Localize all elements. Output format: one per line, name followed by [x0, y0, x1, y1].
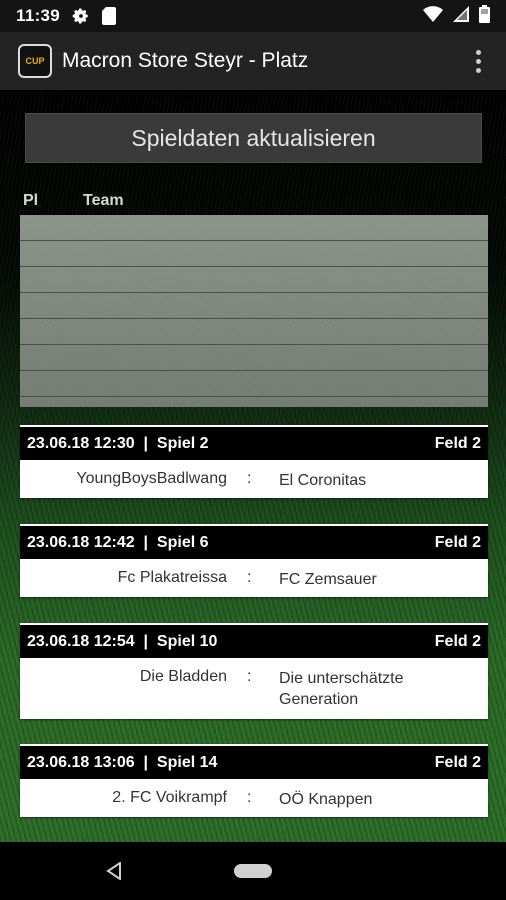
- home-team: 2. FC Voikrampf: [112, 789, 227, 806]
- match-teams: 2. FC Voikrampf : OÖ Knappen: [20, 779, 488, 817]
- battery-icon: [479, 4, 490, 28]
- app-bar: CUP Macron Store Steyr - Platz: [0, 32, 506, 90]
- match-field: Feld 2: [434, 434, 481, 452]
- table-row-divider: [20, 344, 488, 345]
- score-separator: :: [247, 789, 252, 806]
- column-team: Team: [83, 192, 124, 209]
- away-team: El Coronitas: [279, 472, 367, 489]
- match-separator: |: [143, 533, 149, 551]
- match-separator: |: [143, 434, 149, 452]
- match-datetime: 23.06.18 12:42: [27, 533, 135, 551]
- match-datetime: 23.06.18 13:06: [27, 753, 135, 771]
- signal-icon: [453, 5, 469, 27]
- match-datetime: 23.06.18 12:54: [27, 632, 135, 650]
- table-row-divider: [20, 292, 488, 293]
- match-datetime: 23.06.18 12:30: [27, 434, 135, 452]
- home-team: Die Bladden: [139, 668, 227, 685]
- refresh-button[interactable]: Spieldaten aktualisieren: [25, 113, 482, 163]
- app-title: Macron Store Steyr - Platz: [62, 49, 309, 72]
- column-pl: Pl: [23, 192, 39, 209]
- away-team: Die unterschätzte Generation: [279, 670, 404, 708]
- away-team: FC Zemsauer: [279, 571, 377, 588]
- match-game: Spiel 14: [156, 753, 218, 771]
- back-triangle-icon[interactable]: [106, 861, 122, 885]
- app-logo: CUP: [18, 44, 52, 78]
- table-row-divider: [20, 396, 488, 397]
- match-card[interactable]: 23.06.18 13:06 | Spiel 14 Feld 2 2. FC V…: [20, 744, 488, 817]
- match-teams: YoungBoysBadlwang : El Coronitas: [20, 460, 488, 498]
- score-separator: :: [247, 569, 252, 586]
- more-vert-icon[interactable]: [466, 43, 490, 79]
- match-card[interactable]: 23.06.18 12:54 | Spiel 10 Feld 2 Die Bla…: [20, 623, 488, 719]
- away-team: OÖ Knappen: [279, 791, 373, 808]
- home-team: YoungBoysBadlwang: [76, 470, 227, 487]
- match-field: Feld 2: [434, 632, 481, 650]
- table-row-divider: [20, 266, 488, 267]
- match-separator: |: [143, 632, 149, 650]
- gear-icon: [72, 7, 90, 25]
- match-game: Spiel 6: [156, 533, 209, 551]
- match-card[interactable]: 23.06.18 12:42 | Spiel 6 Feld 2 Fc Plaka…: [20, 524, 488, 597]
- standings-table: [20, 215, 488, 407]
- sd-card-icon: [102, 7, 117, 25]
- status-bar: 11:39: [0, 0, 506, 32]
- match-field: Feld 2: [434, 533, 481, 551]
- match-card[interactable]: 23.06.18 12:30 | Spiel 2 Feld 2 YoungBoy…: [20, 425, 488, 498]
- match-game: Spiel 2: [156, 434, 209, 452]
- match-header: 23.06.18 12:54 | Spiel 10 Feld 2: [20, 623, 488, 658]
- standings-header: Pl Team: [20, 192, 488, 212]
- home-team: Fc Plakatreissa: [117, 569, 227, 586]
- match-separator: |: [143, 753, 149, 771]
- match-game: Spiel 10: [156, 632, 218, 650]
- match-field: Feld 2: [434, 753, 481, 771]
- app-logo-text: CUP: [25, 56, 45, 66]
- content-area: Spieldaten aktualisieren Pl Team 23.06.1…: [0, 90, 506, 842]
- score-separator: :: [247, 668, 252, 685]
- match-teams: Fc Plakatreissa : FC Zemsauer: [20, 559, 488, 597]
- status-time: 11:39: [16, 6, 61, 25]
- match-teams: Die Bladden : Die unterschätzte Generati…: [20, 658, 488, 719]
- home-pill-icon[interactable]: [234, 864, 272, 878]
- match-header: 23.06.18 13:06 | Spiel 14 Feld 2: [20, 744, 488, 779]
- navigation-bar: [0, 842, 506, 900]
- table-row-divider: [20, 240, 488, 241]
- table-row-divider: [20, 370, 488, 371]
- wifi-icon: [423, 5, 443, 27]
- match-header: 23.06.18 12:30 | Spiel 2 Feld 2: [20, 425, 488, 460]
- table-row-divider: [20, 318, 488, 319]
- match-header: 23.06.18 12:42 | Spiel 6 Feld 2: [20, 524, 488, 559]
- score-separator: :: [247, 470, 252, 487]
